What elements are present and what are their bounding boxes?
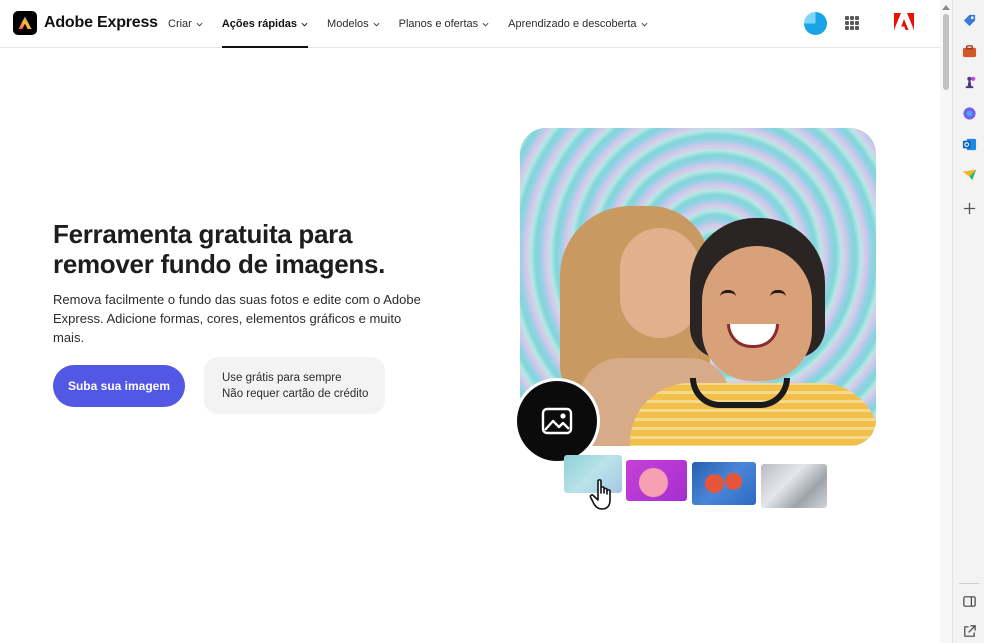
add-icon[interactable] bbox=[962, 201, 977, 216]
user-avatar[interactable] bbox=[804, 12, 827, 35]
background-option-thumbnail[interactable] bbox=[626, 460, 687, 501]
nav-item-label: Aprendizado e descoberta bbox=[508, 18, 637, 30]
sidebar-divider bbox=[959, 583, 979, 584]
top-navigation-bar: Adobe Express Criar Ações rápidas Modelo… bbox=[0, 0, 940, 48]
hero-description: Remova facilmente o fundo das suas fotos… bbox=[53, 292, 421, 345]
background-option-thumbnail[interactable] bbox=[692, 462, 756, 505]
chevron-down-icon bbox=[641, 22, 648, 27]
page: Adobe Express Criar Ações rápidas Modelo… bbox=[0, 0, 984, 643]
nav-item-aprendizado[interactable]: Aprendizado e descoberta bbox=[508, 0, 648, 48]
chess-icon[interactable] bbox=[962, 75, 977, 90]
tag-icon[interactable] bbox=[962, 13, 977, 28]
person-right-face bbox=[702, 246, 812, 381]
free-info-box: Use grátis para sempre Não requer cartão… bbox=[204, 357, 385, 414]
adobe-logo-icon[interactable] bbox=[894, 13, 914, 31]
upload-image-button[interactable]: Suba sua imagem bbox=[53, 365, 185, 407]
person-right-collar bbox=[690, 378, 790, 408]
scrollbar-thumb[interactable] bbox=[943, 14, 949, 90]
chevron-down-icon bbox=[482, 22, 489, 27]
nav-item-label: Planos e ofertas bbox=[398, 18, 479, 30]
image-upload-circle-button[interactable] bbox=[514, 378, 600, 464]
nav-item-modelos[interactable]: Modelos bbox=[327, 0, 380, 48]
outlook-icon[interactable] bbox=[962, 137, 977, 152]
brand-name: Adobe Express bbox=[44, 14, 158, 31]
chevron-down-icon bbox=[196, 22, 203, 27]
brand[interactable]: Adobe Express bbox=[13, 11, 158, 35]
image-icon bbox=[541, 407, 573, 435]
info-line-free: Use grátis para sempre bbox=[222, 372, 342, 384]
nav-item-criar[interactable]: Criar bbox=[168, 0, 203, 48]
person-right-eye bbox=[720, 290, 736, 297]
nav-item-label: Modelos bbox=[327, 18, 369, 30]
person-right-eye bbox=[770, 290, 786, 297]
nav-item-acoes-rapidas[interactable]: Ações rápidas bbox=[221, 0, 309, 48]
hand-cursor-icon bbox=[589, 479, 611, 510]
chevron-down-icon bbox=[373, 22, 380, 27]
nav-item-planos-e-ofertas[interactable]: Planos e ofertas bbox=[399, 0, 490, 48]
hero-title: Ferramenta gratuita para remover fundo d… bbox=[53, 219, 386, 279]
nav-item-label: Criar bbox=[168, 18, 192, 30]
split-view-icon[interactable] bbox=[962, 594, 977, 609]
background-option-thumbnail[interactable] bbox=[761, 464, 827, 508]
info-line-no-card: Não requer cartão de crédito bbox=[222, 388, 369, 400]
main-nav: Criar Ações rápidas Modelos Planos e ofe… bbox=[168, 0, 667, 48]
vertical-scrollbar[interactable] bbox=[940, 0, 952, 643]
person-left-face bbox=[620, 228, 700, 338]
nav-item-label: Ações rápidas bbox=[221, 18, 298, 30]
send-icon[interactable] bbox=[962, 168, 977, 183]
chevron-down-icon bbox=[301, 22, 308, 27]
apps-grid-icon[interactable] bbox=[845, 16, 859, 30]
scroll-up-arrow-icon[interactable] bbox=[942, 4, 950, 10]
copilot-icon[interactable] bbox=[962, 106, 977, 121]
briefcase-icon[interactable] bbox=[962, 44, 977, 59]
adobe-express-logo-icon bbox=[13, 11, 37, 35]
browser-sidebar bbox=[952, 0, 984, 643]
external-link-icon[interactable] bbox=[962, 624, 977, 639]
